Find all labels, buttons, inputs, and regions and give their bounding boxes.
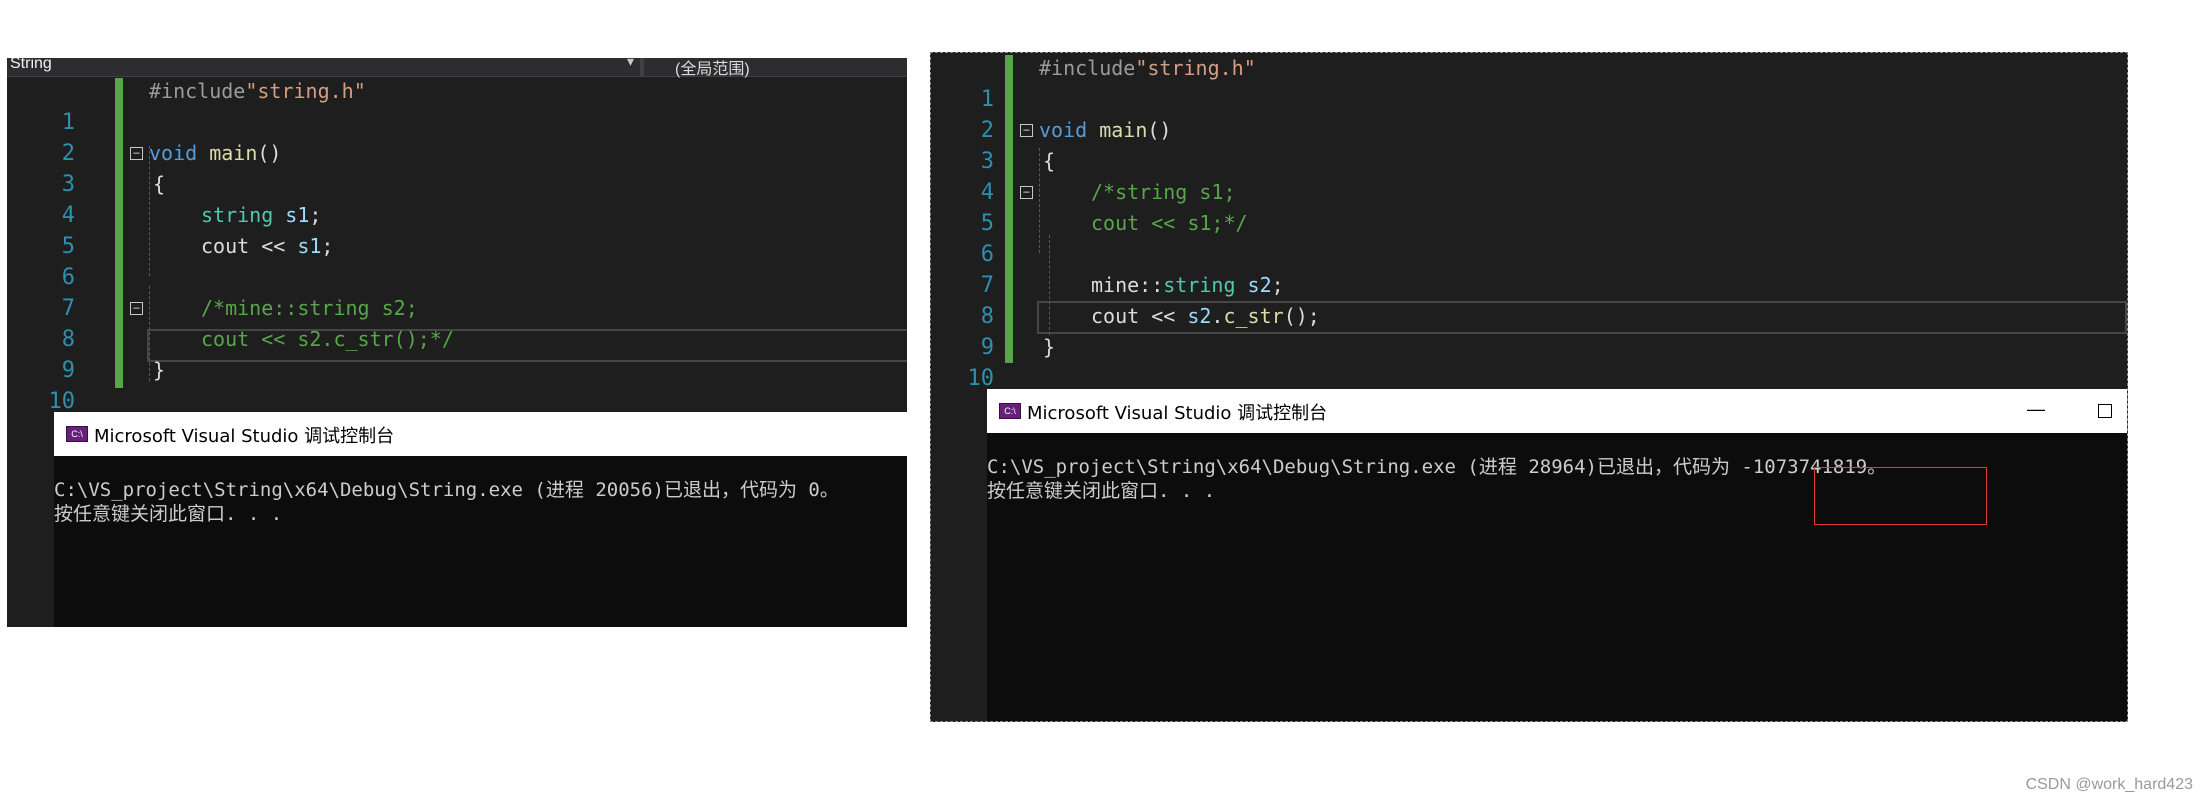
- chevron-down-icon[interactable]: ▾: [627, 58, 634, 70]
- code-editor[interactable]: 1 #include"string.h" 2 3 − void main() 4…: [931, 53, 2127, 391]
- code-line: 2: [7, 107, 907, 166]
- watermark: CSDN @work_hard423: [2025, 776, 2193, 793]
- minimize-button[interactable]: —: [2027, 399, 2045, 420]
- navigation-bar: String ▾ (全局范围): [7, 58, 907, 78]
- console-app-icon: C:\: [66, 426, 88, 442]
- code-line: 10 }: [931, 332, 2127, 391]
- code-line: 5 − /*string s1;: [931, 177, 2127, 236]
- code-line: 8 mine::string s2;: [931, 270, 2127, 329]
- console-title: Microsoft Visual Studio 调试控制台: [1027, 403, 1328, 424]
- console-output-line: C:\VS_project\String\x64\Debug\String.ex…: [54, 479, 839, 501]
- code-line: 2: [931, 84, 2127, 143]
- code-line: 7: [931, 239, 2127, 298]
- code-line: 3 − void main(): [7, 138, 907, 197]
- collapse-icon[interactable]: −: [130, 147, 143, 160]
- code-line: 6 cout << s1;: [7, 231, 907, 290]
- code-line: 9 cout << s2.c_str();: [931, 301, 2127, 360]
- line-number: 10: [967, 366, 995, 391]
- code-line: 8 − /*mine::string s2;: [7, 293, 907, 352]
- exit-code-highlight-box: [1814, 467, 1987, 525]
- console-output-line: 按任意键关闭此窗口. . .: [54, 503, 283, 525]
- code-line: 7: [7, 262, 907, 321]
- code-line: 3 − void main(): [931, 115, 2127, 174]
- code-line: 5 string s1;: [7, 200, 907, 259]
- code-line: 4 {: [931, 146, 2127, 205]
- right-vs-window: 1 #include"string.h" 2 3 − void main() 4…: [930, 52, 2128, 722]
- navbar-divider: [640, 58, 644, 76]
- collapse-icon[interactable]: −: [1020, 186, 1033, 199]
- maximize-button[interactable]: [2098, 404, 2112, 418]
- code-line: 9 cout << s2.c_str();*/: [7, 324, 907, 383]
- console-title-bar: C:\ Microsoft Visual Studio 调试控制台: [54, 412, 907, 456]
- collapse-icon[interactable]: −: [130, 302, 143, 315]
- console-title-bar: C:\ Microsoft Visual Studio 调试控制台 —: [987, 389, 2127, 433]
- code-editor[interactable]: 1 #include"string.h" 2 3 − void main() 4…: [7, 76, 907, 414]
- console-output-line: C:\VS_project\String\x64\Debug\String.ex…: [987, 456, 1887, 478]
- code-line: 1 #include"string.h": [7, 76, 907, 135]
- code-line: 4 {: [7, 169, 907, 228]
- code-line: 6 cout << s1;*/: [931, 208, 2127, 267]
- console-title: Microsoft Visual Studio 调试控制台: [94, 426, 395, 447]
- code-line: 1 #include"string.h": [931, 53, 2127, 112]
- scope-dropdown[interactable]: String: [10, 58, 52, 73]
- console-output: C:\VS_project\String\x64\Debug\String.ex…: [54, 456, 907, 627]
- console-app-icon: C:\: [999, 403, 1021, 419]
- collapse-icon[interactable]: −: [1020, 124, 1033, 137]
- left-vs-window: String ▾ (全局范围) 1 #include"string.h" 2 3…: [7, 58, 907, 627]
- code-line: 10 }: [7, 355, 907, 414]
- console-output-line: 按任意键关闭此窗口. . .: [987, 480, 1216, 502]
